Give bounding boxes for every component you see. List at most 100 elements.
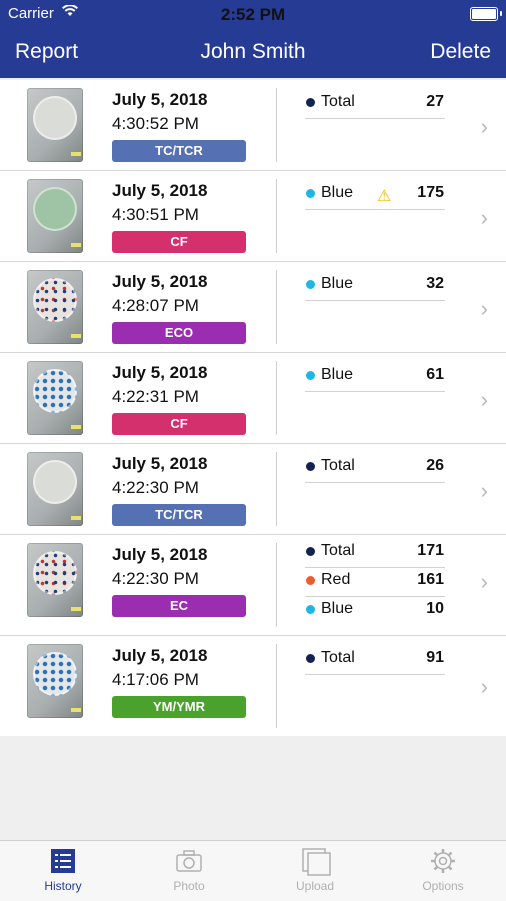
chevron-right-icon[interactable]: › [481,387,488,413]
tab-options[interactable]: Options [380,841,506,901]
record-date: July 5, 2018 [112,181,208,200]
chevron-right-icon[interactable]: › [481,569,488,595]
list-item[interactable]: July 5, 2018 4:17:06 PM YM/YMR Total 91 … [0,636,506,736]
count-value: 27 [426,93,444,110]
sample-thumbnail [27,644,83,718]
blue-dot-icon [306,371,315,380]
record-time: 4:17:06 PM [112,670,199,689]
record-date: July 5, 2018 [112,454,208,473]
sample-thumbnail [27,88,83,162]
count-list: Total 27 [305,90,445,119]
divider [276,270,277,344]
chevron-right-icon[interactable]: › [481,296,488,322]
navigation-bar: Report John Smith Delete [0,38,506,68]
record-date: July 5, 2018 [112,545,208,564]
tab-label: History [44,879,82,893]
count-value: 32 [426,275,444,292]
history-list: July 5, 2018 4:30:52 PM TC/TCR Total 27 … [0,80,506,736]
tab-bar: History Photo Upload Options [0,840,506,901]
list-item[interactable]: July 5, 2018 4:22:31 PM CF Blue 61 › [0,353,506,444]
count-label: Red [321,571,351,588]
plate-type-badge: EC [112,595,246,617]
header-bar: Carrier 2:52 PM Report John Smith Delete [0,0,506,78]
list-item[interactable]: July 5, 2018 4:28:07 PM ECO Blue 32 › [0,262,506,353]
plate-type-badge: CF [112,231,246,253]
tab-upload[interactable]: Upload [252,841,378,901]
blue-dot-icon [306,605,315,614]
sample-thumbnail [27,179,83,253]
count-label: Total [321,649,355,666]
count-value: 171 [417,542,444,559]
record-date: July 5, 2018 [112,90,208,109]
red-dot-icon [306,576,315,585]
count-row: Blue ⚠ 175 [305,181,445,210]
tab-history[interactable]: History [0,841,126,901]
sample-thumbnail [27,270,83,344]
chevron-right-icon[interactable]: › [481,674,488,700]
count-label: Blue [321,600,354,617]
record-time: 4:28:07 PM [112,296,199,315]
sample-thumbnail [27,452,83,526]
camera-icon [176,848,202,874]
total-dot-icon [306,98,315,107]
count-value: 161 [417,571,444,588]
count-label: Blue [321,275,354,292]
record-time: 4:30:52 PM [112,114,199,133]
count-list: Blue ⚠ 175 [305,181,445,210]
total-dot-icon [306,547,315,556]
plate-type-badge: ECO [112,322,246,344]
warning-icon: ⚠ [377,188,392,205]
plate-type-badge: CF [112,413,246,435]
chevron-right-icon[interactable]: › [481,205,488,231]
list-item[interactable]: July 5, 2018 4:30:52 PM TC/TCR Total 27 … [0,80,506,171]
record-time: 4:22:31 PM [112,387,199,406]
sample-thumbnail [27,361,83,435]
count-row: Red 161 [305,568,445,597]
record-date: July 5, 2018 [112,646,208,665]
battery-tip-icon [500,11,502,16]
list-item[interactable]: July 5, 2018 4:22:30 PM TC/TCR Total 26 … [0,444,506,535]
record-date: July 5, 2018 [112,363,208,382]
record-time: 4:22:30 PM [112,478,199,497]
delete-button[interactable]: Delete [430,40,491,64]
status-bar: Carrier 2:52 PM [0,4,506,24]
divider [276,452,277,526]
tab-label: Options [422,879,464,893]
count-list: Total 26 [305,454,445,483]
count-row: Total 27 [305,90,445,119]
count-list: Blue 32 [305,272,445,301]
divider [276,88,277,162]
blue-dot-icon [306,189,315,198]
count-row: Total 91 [305,646,445,675]
count-value: 91 [426,649,444,666]
total-dot-icon [306,462,315,471]
list-item[interactable]: July 5, 2018 4:22:30 PM EC Total 171 Red… [0,535,506,636]
total-dot-icon [306,654,315,663]
record-date: July 5, 2018 [112,272,208,291]
chevron-right-icon[interactable]: › [481,478,488,504]
list-item[interactable]: July 5, 2018 4:30:51 PM CF Blue ⚠ 175 › [0,171,506,262]
count-list: Blue 61 [305,363,445,392]
record-time: 4:22:30 PM [112,569,199,588]
plate-type-badge: TC/TCR [112,140,246,162]
tab-label: Photo [173,879,205,893]
divider [276,543,277,627]
count-value: 10 [426,600,444,617]
count-label: Blue [321,366,354,383]
count-row: Blue 32 [305,272,445,301]
count-label: Total [321,542,355,559]
count-label: Total [321,457,355,474]
count-label: Blue [321,184,354,201]
count-row: Blue 10 [305,597,445,625]
blue-dot-icon [306,280,315,289]
plate-type-badge: TC/TCR [112,504,246,526]
divider [276,179,277,253]
count-row: Total 171 [305,539,445,568]
count-list: Total 171 Red 161 Blue 10 [305,539,445,625]
chevron-right-icon[interactable]: › [481,114,488,140]
tab-label: Upload [295,879,335,893]
clock-time: 2:52 PM [220,5,286,24]
tab-photo[interactable]: Photo [126,841,252,901]
divider [276,361,277,435]
count-list: Total 91 [305,646,445,675]
